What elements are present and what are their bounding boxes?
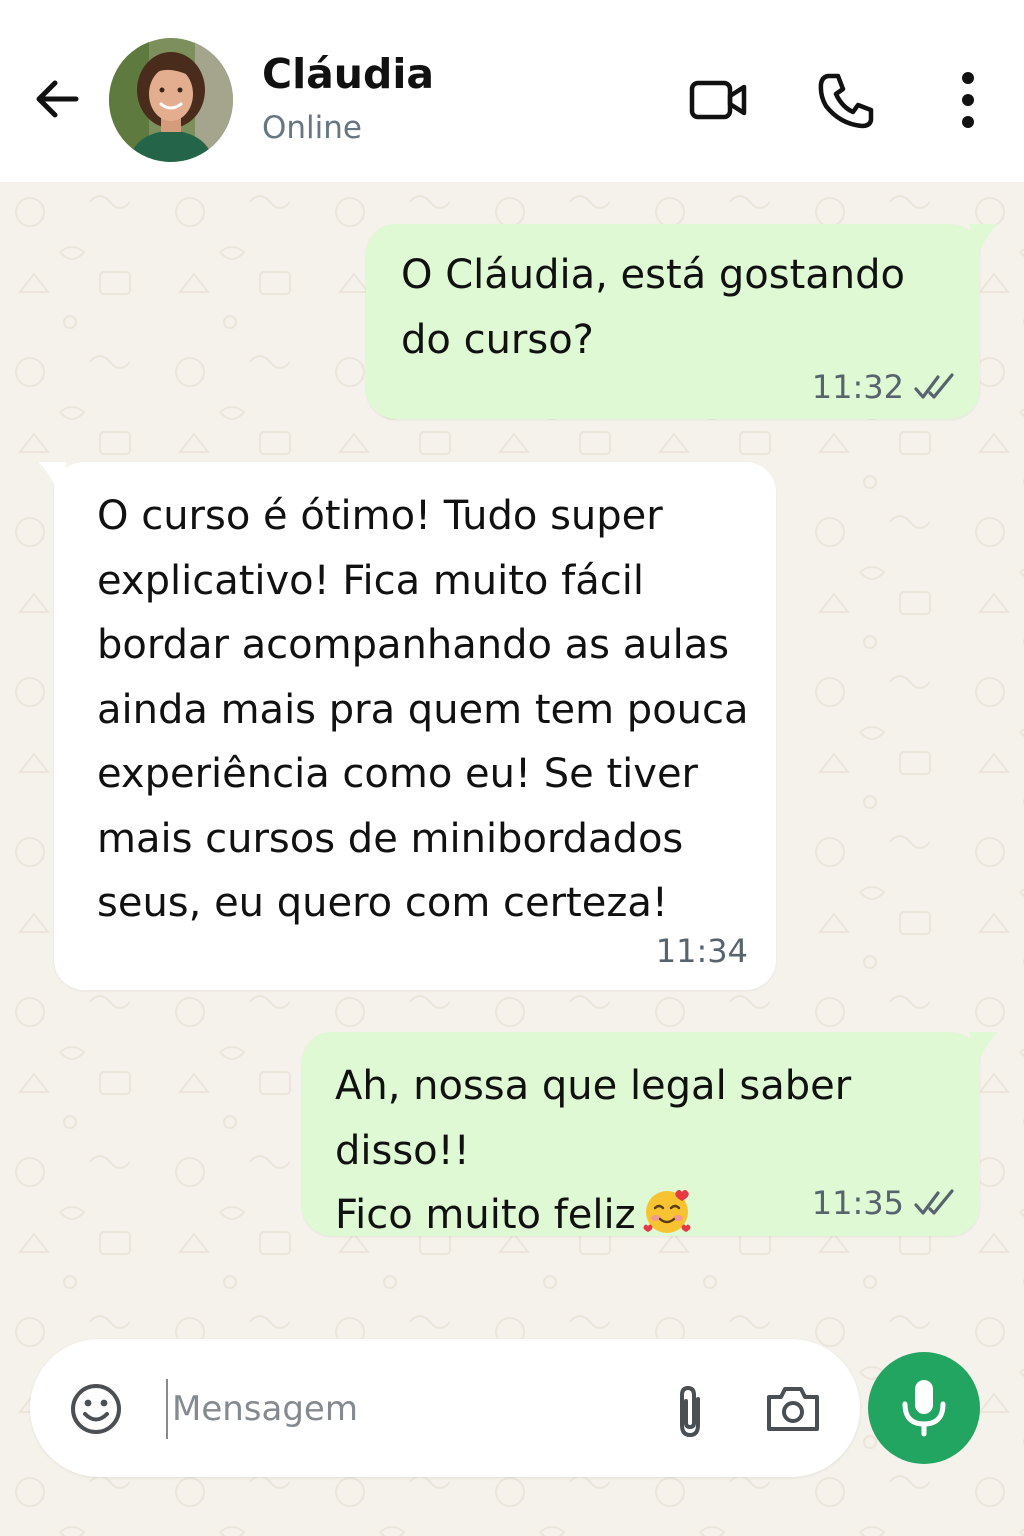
attach-button[interactable] (668, 1381, 712, 1441)
message-line: explicativo! Fica muito fácil (97, 557, 644, 604)
message-line: seus, eu quero com certeza! (97, 880, 668, 926)
message-line: do curso? (401, 316, 594, 363)
chat-header: Cláudia Online (0, 0, 1024, 182)
camera-icon (767, 1387, 819, 1431)
message-line: mais cursos de minibordados (97, 815, 684, 862)
message-line: bordar acompanhando as aulas (97, 622, 730, 668)
message-time: 11:34 (655, 932, 748, 970)
contact-status: Online (262, 110, 362, 146)
paperclip-icon (680, 1385, 700, 1438)
message-line: Ah, nossa que legal saber disso!! (335, 1063, 852, 1174)
video-camera-icon (689, 80, 747, 120)
bubble-tail (970, 1032, 998, 1062)
phone-icon (818, 73, 874, 129)
double-check-icon (914, 373, 954, 399)
message-text: O curso é ótimo! Tudo super explicativo!… (97, 484, 767, 936)
avatar[interactable] (109, 38, 233, 162)
message-meta: 11:35 (812, 1184, 958, 1222)
voice-call-button[interactable] (814, 68, 878, 132)
message-bubble-outgoing[interactable]: Ah, nossa que legal saber disso!! Fico m… (302, 1032, 980, 1238)
microphone-icon (902, 1380, 946, 1437)
double-check-icon (914, 1189, 954, 1215)
message-bubble-incoming[interactable]: O curso é ótimo! Tudo super explicativo!… (54, 462, 776, 990)
smiley-icon (71, 1384, 121, 1434)
message-meta: 11:32 (812, 368, 958, 406)
message-bubble-outgoing[interactable]: O Cláudia, está gostando do curso? 11:32 (366, 224, 980, 419)
message-meta: 11:34 (656, 932, 748, 970)
message-time: 11:32 (811, 368, 904, 406)
message-time: 11:35 (811, 1184, 904, 1222)
camera-button[interactable] (764, 1383, 822, 1435)
voice-message-button[interactable] (868, 1352, 980, 1464)
message-line: ainda mais pra quem tem pouca (97, 686, 749, 733)
more-options-button[interactable] (936, 68, 1000, 132)
message-line: O curso é ótimo! Tudo super (97, 493, 663, 539)
back-button[interactable] (28, 70, 86, 128)
message-input[interactable] (166, 1379, 652, 1439)
more-vertical-icon (962, 72, 974, 128)
arrow-left-icon (36, 80, 79, 118)
message-line: Fico muito feliz (335, 1192, 636, 1238)
message-line: O Cláudia, está gostando (401, 252, 906, 298)
contact-name[interactable]: Cláudia (262, 50, 434, 98)
chat-area[interactable]: O Cláudia, está gostando do curso? 11:32… (0, 182, 1024, 1536)
message-line: experiência como eu! Se tiver (97, 751, 698, 797)
video-call-button[interactable] (686, 68, 750, 132)
message-text: O Cláudia, está gostando do curso? (401, 243, 971, 372)
bubble-tail (38, 462, 66, 492)
emoji-button[interactable] (68, 1381, 124, 1437)
message-composer (30, 1339, 860, 1477)
bubble-tail (970, 224, 998, 254)
smiling-face-with-hearts-emoji (643, 1190, 691, 1233)
